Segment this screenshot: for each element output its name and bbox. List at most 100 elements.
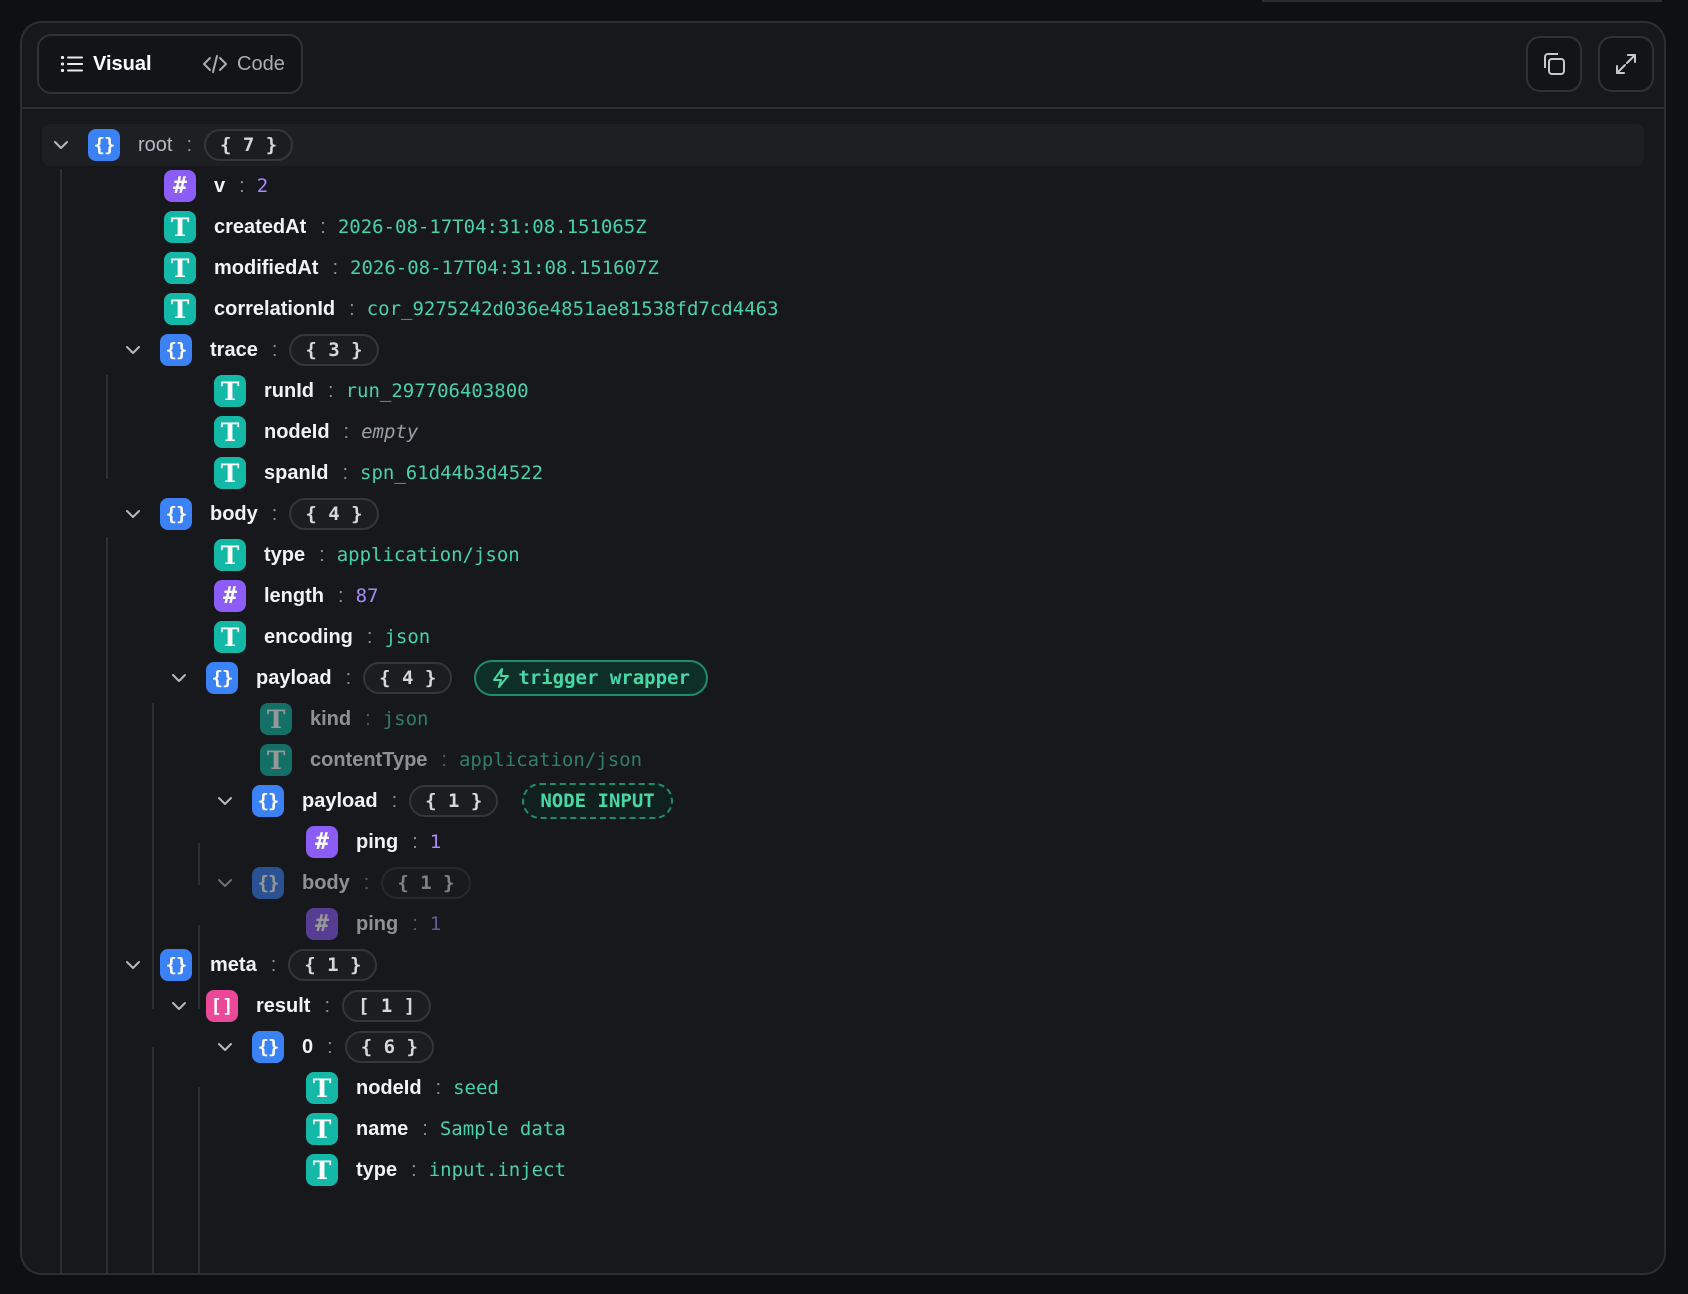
string-icon: T bbox=[164, 293, 196, 325]
tree-node-result-item-0[interactable]: {} 0 : { 6 } bbox=[212, 1025, 434, 1069]
node-key: nodeId bbox=[356, 1076, 422, 1099]
toolbar: Visual Code bbox=[22, 23, 1664, 109]
separator: : bbox=[441, 748, 447, 771]
tree-node-correlationId[interactable]: T correlationId : cor_9275242d036e4851ae… bbox=[164, 287, 779, 331]
tree-node-inner-body-ping[interactable]: # ping : 1 bbox=[306, 902, 441, 946]
node-key: correlationId bbox=[214, 297, 336, 320]
node-key: name bbox=[356, 1117, 409, 1140]
tree-node-spanId[interactable]: T spanId : spn_61d44b3d4522 bbox=[214, 451, 543, 495]
object-icon: {} bbox=[252, 1031, 284, 1063]
node-value: input.inject bbox=[428, 1159, 566, 1181]
empty-value: empty bbox=[361, 421, 419, 443]
guide-line-item0 bbox=[198, 1087, 200, 1273]
chevron-down-icon[interactable] bbox=[212, 1034, 238, 1060]
node-key: ping bbox=[356, 912, 399, 935]
node-key: payload bbox=[302, 789, 378, 812]
string-icon: T bbox=[214, 621, 246, 653]
tree-node-body[interactable]: {} body : { 4 } bbox=[120, 492, 379, 536]
number-icon: # bbox=[306, 908, 338, 940]
tree-node-result[interactable]: [] result : [ 1 ] bbox=[166, 984, 432, 1028]
tree-node-item-nodeId[interactable]: T nodeId : seed bbox=[306, 1066, 499, 1110]
object-icon: {} bbox=[160, 949, 192, 981]
chevron-down-icon[interactable] bbox=[166, 665, 192, 691]
array-icon: [] bbox=[206, 990, 238, 1022]
trigger-wrapper-label: trigger wrapper bbox=[518, 667, 690, 689]
copy-button[interactable] bbox=[1526, 36, 1582, 92]
guide-line-meta bbox=[106, 1007, 108, 1273]
tree-node-encoding[interactable]: T encoding : json bbox=[214, 615, 430, 659]
tree-node-kind[interactable]: T kind : json bbox=[260, 697, 428, 741]
child-count: { 6 } bbox=[344, 1031, 434, 1063]
json-viewer-panel: Visual Code {} root: {7} # v: 2 T cr… bbox=[20, 21, 1666, 1275]
chevron-down-icon[interactable] bbox=[48, 132, 74, 158]
node-key: result bbox=[256, 994, 311, 1017]
expand-button[interactable] bbox=[1598, 36, 1654, 92]
separator: : bbox=[239, 174, 245, 197]
string-icon: T bbox=[164, 252, 196, 284]
separator: : bbox=[391, 789, 398, 812]
string-icon: T bbox=[306, 1113, 338, 1145]
number-icon: # bbox=[164, 170, 196, 202]
node-value: 2026-08-17T04:31:08.151607Z bbox=[350, 257, 659, 279]
string-icon: T bbox=[164, 211, 196, 243]
list-icon bbox=[61, 56, 83, 72]
tree-node-inner-body[interactable]: {} body : { 1 } bbox=[212, 861, 471, 905]
chevron-down-icon[interactable] bbox=[212, 870, 238, 896]
tree-node-ping[interactable]: # ping : 1 bbox=[306, 820, 441, 864]
child-count: { 7 } bbox=[204, 129, 294, 161]
node-key: ping bbox=[356, 830, 399, 853]
tree-node-trace[interactable]: {} trace : { 3 } bbox=[120, 328, 379, 372]
separator: : bbox=[345, 666, 352, 689]
string-icon: T bbox=[306, 1154, 338, 1186]
tree-node-nodeId[interactable]: T nodeId : empty bbox=[214, 410, 418, 454]
node-value: json bbox=[384, 626, 431, 648]
tree-node-v[interactable]: # v : 2 bbox=[164, 164, 268, 208]
tree-node-runId[interactable]: T runId : run_297706403800 bbox=[214, 369, 529, 413]
tree-node-contentType[interactable]: T contentType : application/json bbox=[260, 738, 642, 782]
separator: : bbox=[349, 297, 355, 320]
chevron-down-icon[interactable] bbox=[120, 337, 146, 363]
separator: : bbox=[328, 379, 334, 402]
chevron-down-icon[interactable] bbox=[166, 993, 192, 1019]
chevron-down-icon[interactable] bbox=[212, 788, 238, 814]
node-key: 0 bbox=[302, 1035, 314, 1058]
node-value: Sample data bbox=[439, 1118, 566, 1140]
separator: : bbox=[343, 420, 350, 443]
node-key: nodeId bbox=[264, 420, 330, 443]
lightning-icon bbox=[493, 668, 510, 688]
top-divider bbox=[1262, 0, 1662, 2]
tree-node-item-type[interactable]: T type : input.inject bbox=[306, 1148, 566, 1192]
separator: : bbox=[342, 461, 349, 484]
chevron-down-icon[interactable] bbox=[120, 501, 146, 527]
tree-node-inner-payload[interactable]: {} payload : { 1 } NODE INPUT bbox=[212, 779, 673, 823]
tab-code[interactable]: Code bbox=[187, 44, 295, 84]
tree-node-root[interactable]: {} root : { 7 } bbox=[48, 123, 294, 167]
tree-node-body-payload[interactable]: {} payload : { 4 } trigger wrapper bbox=[166, 656, 708, 700]
node-key: createdAt bbox=[214, 215, 307, 238]
number-icon: # bbox=[306, 826, 338, 858]
child-count: { 3 } bbox=[289, 334, 379, 366]
node-key: spanId bbox=[264, 461, 329, 484]
separator: : bbox=[412, 912, 418, 935]
tab-visual[interactable]: Visual bbox=[45, 44, 175, 84]
tree-node-item-name[interactable]: T name : Sample data bbox=[306, 1107, 566, 1151]
separator: : bbox=[327, 1035, 333, 1058]
node-value: application/json bbox=[336, 544, 520, 566]
separator: : bbox=[270, 953, 277, 976]
tree-node-meta[interactable]: {} meta : { 1 } bbox=[120, 943, 378, 987]
node-key: encoding bbox=[264, 625, 353, 648]
node-key: length bbox=[264, 584, 324, 607]
chevron-down-icon[interactable] bbox=[120, 952, 146, 978]
tree-node-createdAt[interactable]: T createdAt : 2026-08-17T04:31:08.151065… bbox=[164, 205, 647, 249]
expand-icon bbox=[1616, 54, 1636, 74]
node-key: type bbox=[356, 1158, 398, 1181]
node-value: cor_9275242d036e4851ae81538fd7cd4463 bbox=[366, 298, 779, 320]
node-key: trace bbox=[210, 338, 258, 361]
node-key: root bbox=[138, 133, 173, 156]
tree-node-length[interactable]: # length : 87 bbox=[214, 574, 378, 618]
object-icon: {} bbox=[88, 129, 120, 161]
tree-node-body-type[interactable]: T type : application/json bbox=[214, 533, 520, 577]
tree-node-modifiedAt[interactable]: T modifiedAt : 2026-08-17T04:31:08.15160… bbox=[164, 246, 659, 290]
separator: : bbox=[324, 994, 331, 1017]
node-value: spn_61d44b3d4522 bbox=[360, 462, 544, 484]
